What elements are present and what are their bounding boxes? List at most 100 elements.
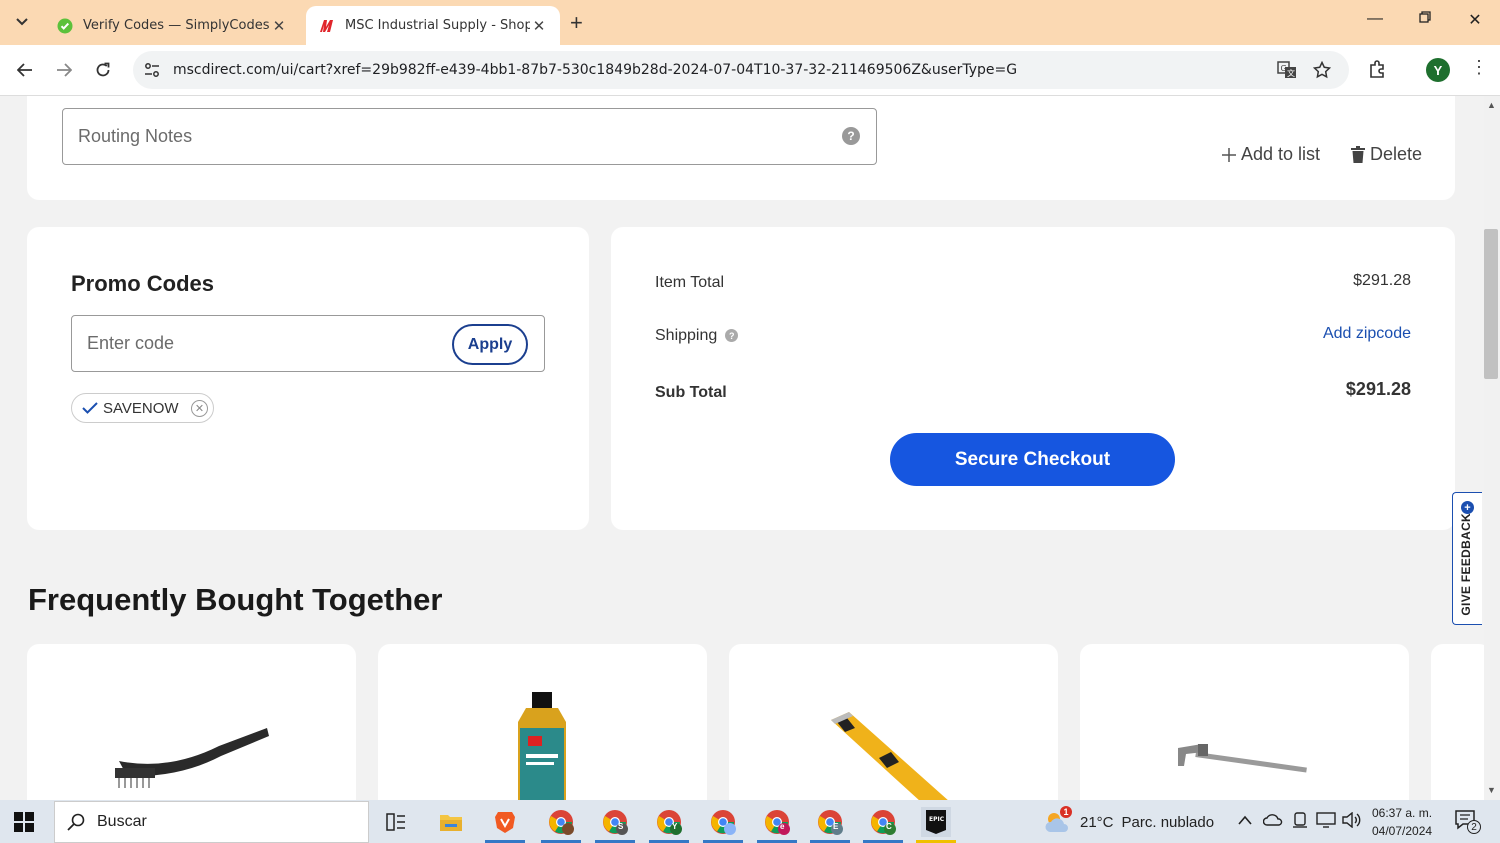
profile-letter: S: [618, 822, 624, 831]
add-to-list-label: Add to list: [1241, 144, 1321, 164]
file-explorer-icon[interactable]: [436, 807, 466, 837]
chrome-profile-e-upper-icon[interactable]: E: [815, 807, 845, 837]
tab-search-button[interactable]: [8, 8, 36, 36]
weather-alert-badge: 1: [1060, 806, 1072, 818]
delete-button[interactable]: Delete: [1351, 144, 1422, 165]
subtotal-value: $291.28: [1345, 379, 1411, 399]
profile-letter: Y: [672, 822, 678, 831]
windows-start-icon[interactable]: [14, 812, 34, 837]
minimize-window-icon[interactable]: —: [1360, 10, 1390, 28]
product-card[interactable]: [729, 644, 1058, 800]
promo-codes-card: Promo Codes Enter code Apply SAVENOW ✕: [27, 227, 589, 530]
bookmark-star-icon[interactable]: [1312, 60, 1332, 84]
profile-letter: C: [886, 822, 892, 831]
product-card[interactable]: [27, 644, 356, 800]
secure-checkout-button[interactable]: Secure Checkout: [890, 433, 1175, 486]
promo-code-field[interactable]: Enter code Apply: [71, 315, 545, 372]
promo-code-placeholder: Enter code: [87, 333, 175, 353]
clock-date: 04/07/2024: [1372, 824, 1433, 838]
help-icon[interactable]: ?: [842, 127, 860, 145]
translate-icon[interactable]: G文: [1277, 61, 1297, 84]
chrome-profile-y-icon[interactable]: Y: [654, 807, 684, 837]
cutting-fluid-bottle-image-icon: [518, 692, 566, 800]
profile-letter: e: [780, 822, 785, 831]
apply-promo-button[interactable]: Apply: [452, 324, 528, 365]
taskbar-clock[interactable]: 06:37 a. m. 04/07/2024: [1372, 804, 1432, 840]
url-bar[interactable]: mscdirect.com/ui/cart?xref=29b982ff-e439…: [133, 51, 1349, 89]
routing-notes-placeholder: Routing Notes: [78, 126, 193, 146]
utility-knife-image-icon: [831, 712, 948, 800]
product-card[interactable]: [1431, 644, 1484, 800]
routing-notes-field[interactable]: Routing Notes ?: [62, 108, 877, 165]
remove-promo-icon[interactable]: ✕: [191, 400, 208, 417]
profile-avatar[interactable]: Y: [1426, 58, 1450, 82]
tab-simplycodes[interactable]: Verify Codes — SimplyCodes ✕: [44, 6, 300, 45]
chrome-profile-e-lower-icon[interactable]: e: [762, 807, 792, 837]
new-tab-button[interactable]: +: [570, 10, 583, 36]
shipping-row-label: Shipping?: [655, 327, 739, 345]
add-to-list-button[interactable]: Add to list: [1222, 144, 1320, 165]
back-button[interactable]: [12, 57, 38, 83]
brave-browser-icon[interactable]: [490, 807, 520, 837]
chrome-profile-icon[interactable]: [546, 807, 576, 837]
forward-button[interactable]: [51, 57, 77, 83]
browser-menu-icon[interactable]: ⋮: [1470, 57, 1488, 78]
weather-description: Parc. nublado: [1121, 813, 1215, 831]
clock-time: 06:37 a. m.: [1372, 806, 1433, 820]
order-summary-card: Item Total $291.28 Shipping? Add zipcode…: [611, 227, 1455, 530]
url-text: mscdirect.com/ui/cart?xref=29b982ff-e439…: [173, 62, 1018, 78]
taskbar-search[interactable]: Buscar: [54, 801, 369, 843]
task-view-icon[interactable]: [381, 807, 411, 837]
volume-icon[interactable]: [1342, 811, 1362, 832]
chrome-profile-c-icon[interactable]: C: [868, 807, 898, 837]
routing-notes-card: Routing Notes ? Add to list Delete: [27, 96, 1455, 200]
pipe-wrench-image-icon: [1178, 744, 1307, 773]
info-icon[interactable]: ?: [725, 329, 739, 343]
epic-games-icon[interactable]: EPIC: [921, 807, 951, 837]
chevron-up-icon[interactable]: [1238, 812, 1252, 829]
site-settings-icon[interactable]: [143, 61, 161, 84]
tab-title: Verify Codes — SimplyCodes: [83, 18, 270, 33]
notification-count-badge: 2: [1467, 820, 1481, 834]
msc-favicon-icon: [318, 17, 336, 35]
network-icon[interactable]: [1316, 812, 1336, 832]
close-tab-icon[interactable]: ✕: [530, 17, 548, 35]
weather-cloud-icon: 1: [1044, 806, 1072, 834]
delete-label: Delete: [1370, 144, 1423, 164]
close-window-icon[interactable]: ✕: [1460, 10, 1490, 30]
meet-now-icon[interactable]: [1292, 812, 1308, 834]
chrome-profile-s-icon[interactable]: S: [600, 807, 630, 837]
back-arrow-icon: [17, 63, 32, 77]
extensions-puzzle-icon[interactable]: [1368, 59, 1388, 84]
give-feedback-tab[interactable]: + GIVE FEEDBACK: [1452, 492, 1482, 625]
promo-codes-title: Promo Codes: [71, 271, 215, 296]
chevron-down-icon: [16, 18, 28, 26]
product-card[interactable]: [1080, 644, 1409, 800]
subtotal-label: Sub Total: [655, 384, 727, 401]
restore-window-icon[interactable]: [1410, 10, 1440, 28]
page-scrollbar[interactable]: [1484, 96, 1500, 800]
wire-brush-image-icon: [115, 728, 269, 788]
item-total-value: $291.28: [1353, 272, 1411, 289]
windows-taskbar: Buscar S Y e E C EPIC 1 21°C Parc. nubla…: [0, 800, 1500, 843]
notification-center-icon[interactable]: 2: [1455, 810, 1481, 837]
close-tab-icon[interactable]: ✕: [270, 17, 288, 35]
product-card[interactable]: [378, 644, 707, 800]
page-viewport: Routing Notes ? Add to list Delete Promo…: [0, 96, 1484, 800]
weather-widget[interactable]: 1 21°C Parc. nublado: [1044, 806, 1215, 834]
svg-text:EPIC: EPIC: [929, 816, 945, 823]
tab-msc[interactable]: MSC Industrial Supply - Shoppi ✕: [306, 6, 560, 45]
scroll-up-arrow-icon[interactable]: ▲: [1487, 100, 1496, 110]
weather-temperature: 21°C: [1080, 813, 1114, 831]
add-zipcode-link[interactable]: Add zipcode: [1323, 325, 1411, 343]
scroll-down-arrow-icon[interactable]: ▼: [1487, 785, 1496, 795]
applied-promo-chip: SAVENOW ✕: [71, 393, 214, 423]
simplycodes-favicon-icon: [56, 17, 74, 35]
frequently-bought-heading: Frequently Bought Together: [28, 582, 443, 617]
search-icon: [67, 813, 85, 831]
tab-title: MSC Industrial Supply - Shoppi: [345, 18, 530, 33]
reload-button[interactable]: [90, 57, 116, 83]
onedrive-cloud-icon[interactable]: [1262, 812, 1283, 830]
chrome-profile-person-icon[interactable]: [708, 807, 738, 837]
scrollbar-thumb[interactable]: [1484, 229, 1498, 379]
